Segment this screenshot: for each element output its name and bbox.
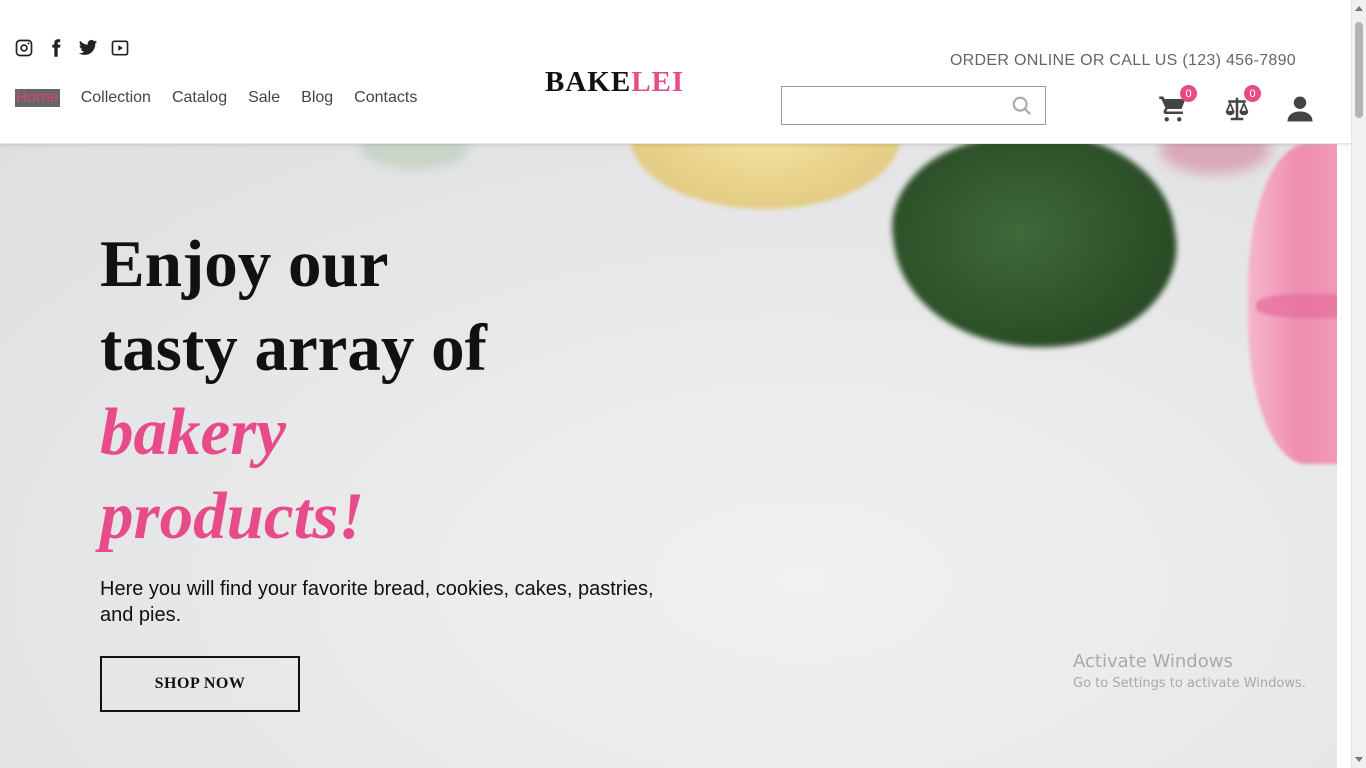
nav-item-collection[interactable]: Collection xyxy=(81,89,151,107)
user-icon xyxy=(1285,94,1315,124)
nav-item-home[interactable]: Home xyxy=(15,89,60,107)
twitter-icon[interactable] xyxy=(78,38,98,58)
page-scrollbar[interactable] xyxy=(1351,0,1366,768)
social-links xyxy=(14,38,130,58)
instagram-icon[interactable] xyxy=(14,38,34,58)
search-input[interactable] xyxy=(782,87,1002,124)
scroll-down-arrow-icon[interactable] xyxy=(1355,757,1363,762)
hero-decoration-leaf xyxy=(881,144,1189,368)
nav-item-catalog[interactable]: Catalog xyxy=(172,89,227,107)
compare-button[interactable]: 0 xyxy=(1220,85,1261,126)
nav-item-sale[interactable]: Sale xyxy=(248,89,280,107)
scroll-up-arrow-icon[interactable] xyxy=(1355,6,1363,11)
hero-decoration xyxy=(360,144,470,169)
cart-button[interactable]: 0 xyxy=(1156,85,1197,126)
search-box xyxy=(781,86,1046,125)
account-button[interactable] xyxy=(1283,92,1317,126)
youtube-icon[interactable] xyxy=(110,38,130,58)
scrollbar-thumb[interactable] xyxy=(1355,22,1363,118)
hero-subtitle: Here you will find your favorite bread, … xyxy=(100,578,654,626)
hero-title-line: Enjoy our xyxy=(100,227,389,301)
site-header: Home Collection Catalog Sale Blog Contac… xyxy=(0,0,1351,144)
hero-decoration-macaron-pink xyxy=(1248,144,1337,464)
nav-item-contacts[interactable]: Contacts xyxy=(354,89,417,107)
contact-info: ORDER ONLINE OR CALL US (123) 456-7890 xyxy=(949,52,1296,69)
compare-count-badge: 0 xyxy=(1244,85,1261,102)
cart-count-badge: 0 xyxy=(1180,85,1197,102)
windows-activation-watermark: Activate Windows Go to Settings to activ… xyxy=(1073,651,1306,691)
logo-text-accent: LEI xyxy=(631,66,685,98)
hero-title-highlight: products! xyxy=(100,479,365,553)
hero-title: Enjoy our tasty array of bakery products… xyxy=(100,222,487,558)
hero-decoration xyxy=(1160,144,1270,174)
watermark-title: Activate Windows xyxy=(1073,651,1233,672)
watermark-subtitle: Go to Settings to activate Windows. xyxy=(1073,676,1306,691)
nav-item-blog[interactable]: Blog xyxy=(301,89,333,107)
search-icon[interactable] xyxy=(1011,95,1033,117)
hero-title-line: tasty array of xyxy=(100,311,487,385)
shop-now-button[interactable]: SHOP NOW xyxy=(100,656,300,712)
main-nav: Home Collection Catalog Sale Blog Contac… xyxy=(15,89,417,107)
site-logo[interactable]: BAKELEI xyxy=(545,66,684,99)
hero-title-highlight: bakery xyxy=(100,395,287,469)
hero-decoration-macaron-yellow xyxy=(630,144,900,209)
logo-text-primary: BAKE xyxy=(545,66,632,98)
facebook-icon[interactable] xyxy=(46,38,66,58)
